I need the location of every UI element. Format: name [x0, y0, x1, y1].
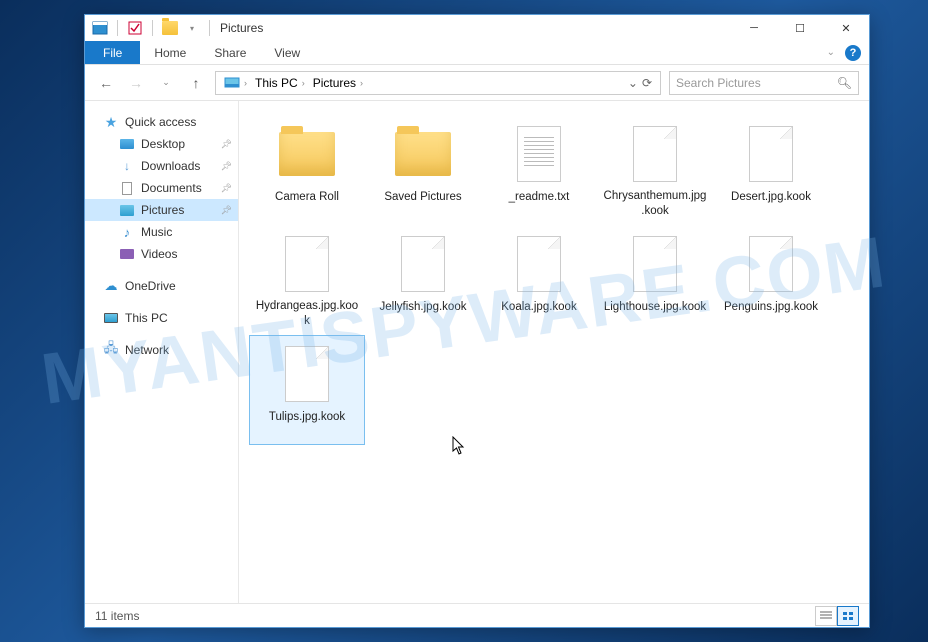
nav-item-music[interactable]: ♪Music — [85, 221, 238, 243]
back-button[interactable]: ← — [95, 72, 117, 94]
file-item[interactable]: Desert.jpg.kook — [713, 115, 829, 225]
cloud-icon: ☁ — [103, 278, 119, 294]
nav-item-downloads[interactable]: ↓Downloads📌︎ — [85, 155, 238, 177]
folder-icon — [161, 19, 179, 37]
file-label: Lighthouse.jpg.kook — [604, 300, 706, 314]
network-icon: 🖧 — [103, 342, 119, 358]
desktop-icon — [119, 136, 135, 152]
pc-icon — [103, 310, 119, 326]
file-item[interactable]: _readme.txt — [481, 115, 597, 225]
file-label: Jellyfish.jpg.kook — [380, 300, 467, 314]
folder-item[interactable]: Camera Roll — [249, 115, 365, 225]
refresh-icon[interactable]: ⟳ — [642, 76, 652, 90]
minimize-button[interactable]: ─ — [731, 15, 777, 41]
folder-icon — [279, 132, 335, 176]
pin-icon: 📌︎ — [221, 183, 232, 194]
up-button[interactable]: ↑ — [185, 72, 207, 94]
file-label: Saved Pictures — [384, 190, 461, 204]
breadcrumb-root-icon[interactable]: › — [220, 77, 251, 89]
view-icons-button[interactable] — [837, 606, 859, 626]
breadcrumb-history-icon[interactable]: ⌄ — [628, 76, 638, 90]
view-details-button[interactable] — [815, 606, 837, 626]
search-placeholder: Search Pictures — [676, 76, 761, 90]
breadcrumb[interactable]: › This PC› Pictures› ⌄ ⟳ — [215, 71, 661, 95]
ribbon-collapse-icon[interactable]: ⌄ — [821, 41, 841, 64]
titlebar: ▾ Pictures ─ ☐ ✕ — [85, 15, 869, 41]
documents-icon — [119, 180, 135, 196]
nav-this-pc[interactable]: This PC — [85, 307, 238, 329]
recent-dropdown-icon[interactable]: ⌄ — [155, 72, 177, 94]
unknown-file-icon — [517, 236, 561, 292]
search-input[interactable]: Search Pictures 🔍︎ — [669, 71, 859, 95]
file-label: Desert.jpg.kook — [731, 190, 811, 204]
navigation-pane: ★Quick access Desktop📌︎↓Downloads📌︎Docum… — [85, 101, 239, 603]
unknown-file-icon — [633, 236, 677, 292]
ribbon: File Home Share View ⌄ ? — [85, 41, 869, 65]
file-label: Koala.jpg.kook — [501, 300, 576, 314]
content-pane[interactable]: Camera Roll Saved Pictures _readme.txt Chry… — [239, 101, 869, 603]
nav-quick-access[interactable]: ★Quick access — [85, 111, 238, 133]
unknown-file-icon — [633, 126, 677, 182]
file-item[interactable]: Hydrangeas.jpg.kook — [249, 225, 365, 335]
statusbar: 11 items — [85, 603, 869, 627]
file-item[interactable]: Jellyfish.jpg.kook — [365, 225, 481, 335]
unknown-file-icon — [285, 236, 329, 292]
qat: ▾ — [91, 19, 214, 37]
explorer-window: ▾ Pictures ─ ☐ ✕ File Home Share View ⌄ … — [84, 14, 870, 628]
tab-home[interactable]: Home — [140, 41, 200, 64]
file-label: Tulips.jpg.kook — [269, 410, 345, 424]
nav-item-pictures[interactable]: Pictures📌︎ — [85, 199, 238, 221]
close-button[interactable]: ✕ — [823, 15, 869, 41]
file-item[interactable]: Chrysanthemum.jpg.kook — [597, 115, 713, 225]
tab-view[interactable]: View — [260, 41, 314, 64]
qat-icon[interactable] — [126, 19, 144, 37]
nav-item-documents[interactable]: Documents📌︎ — [85, 177, 238, 199]
pin-icon: 📌︎ — [221, 139, 232, 150]
status-count: 11 items — [95, 609, 139, 623]
file-label: Penguins.jpg.kook — [724, 300, 818, 314]
help-icon[interactable]: ? — [845, 45, 861, 61]
file-item[interactable]: Lighthouse.jpg.kook — [597, 225, 713, 335]
unknown-file-icon — [749, 236, 793, 292]
forward-button[interactable]: → — [125, 72, 147, 94]
breadcrumb-segment[interactable]: This PC› — [251, 76, 309, 90]
txt-file-icon — [517, 126, 561, 182]
file-tab[interactable]: File — [85, 41, 140, 64]
tab-share[interactable]: Share — [200, 41, 260, 64]
window-title: Pictures — [220, 21, 263, 35]
pin-icon: 📌︎ — [221, 161, 232, 172]
qat-dropdown-icon[interactable]: ▾ — [183, 19, 201, 37]
file-label: Chrysanthemum.jpg.kook — [602, 189, 708, 218]
pictures-icon — [119, 202, 135, 218]
nav-onedrive[interactable]: ☁OneDrive — [85, 275, 238, 297]
properties-icon[interactable] — [91, 19, 109, 37]
nav-item-desktop[interactable]: Desktop📌︎ — [85, 133, 238, 155]
pin-icon: 📌︎ — [221, 205, 232, 216]
unknown-file-icon — [285, 346, 329, 402]
folder-item[interactable]: Saved Pictures — [365, 115, 481, 225]
videos-icon — [119, 246, 135, 262]
nav-network[interactable]: 🖧Network — [85, 339, 238, 361]
file-item[interactable]: Penguins.jpg.kook — [713, 225, 829, 335]
file-item[interactable]: Tulips.jpg.kook — [249, 335, 365, 445]
file-item[interactable]: Koala.jpg.kook — [481, 225, 597, 335]
folder-icon — [395, 132, 451, 176]
star-icon: ★ — [103, 114, 119, 130]
maximize-button[interactable]: ☐ — [777, 15, 823, 41]
search-icon: 🔍︎ — [837, 76, 852, 90]
nav-item-videos[interactable]: Videos — [85, 243, 238, 265]
addressbar: ← → ⌄ ↑ › This PC› Pictures› ⌄ ⟳ Search P… — [85, 65, 869, 101]
file-label: Hydrangeas.jpg.kook — [254, 299, 360, 328]
unknown-file-icon — [401, 236, 445, 292]
breadcrumb-segment[interactable]: Pictures› — [309, 76, 367, 90]
downloads-icon: ↓ — [119, 158, 135, 174]
file-label: Camera Roll — [275, 190, 339, 204]
unknown-file-icon — [749, 126, 793, 182]
music-icon: ♪ — [119, 224, 135, 240]
file-label: _readme.txt — [509, 190, 570, 204]
